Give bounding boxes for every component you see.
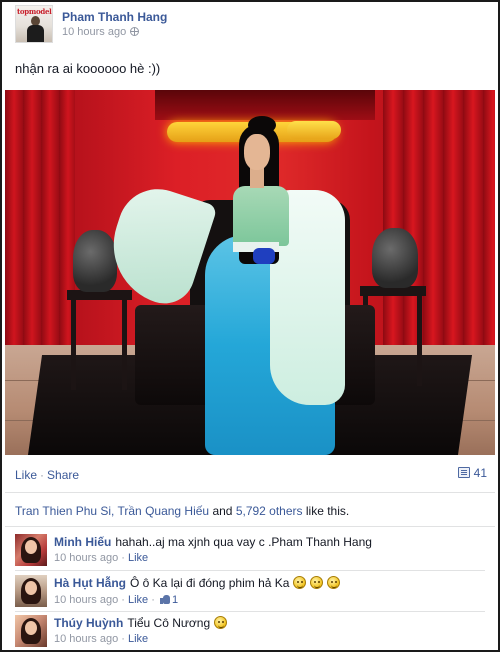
divider: [15, 570, 485, 571]
thumbs-up-icon: [159, 594, 170, 604]
comment-like-link[interactable]: Like: [128, 552, 148, 564]
post-timestamp: 10 hours ago: [62, 26, 140, 38]
photo-robe-top: [233, 186, 289, 246]
divider: [5, 492, 495, 493]
comment-text: Ô ô Ka lại đi đóng phim hả Ka: [130, 576, 290, 590]
avatar-figure-body: [27, 25, 44, 42]
globe-icon: [130, 27, 140, 36]
commenter-avatar[interactable]: [15, 534, 47, 566]
post-photo[interactable]: [5, 90, 495, 455]
comment-like-link[interactable]: Like: [128, 594, 148, 606]
avatar-face: [25, 581, 37, 595]
comment-timestamp[interactable]: 10 hours ago: [54, 633, 118, 645]
photo-lantern-right: [287, 121, 341, 139]
photo-table-leg: [71, 300, 76, 390]
smile-emoji-icon: [293, 576, 307, 589]
comment-body: Thúy Huỳnh Tiểu Cô Nương: [54, 616, 228, 630]
likes-others-link[interactable]: 5,792 others: [236, 504, 303, 518]
comment-meta: 10 hours ago · Like: [54, 633, 149, 645]
comment-like-count[interactable]: 1: [158, 594, 178, 606]
comment-body: Hà Hụt Hẫng Ô ô Ka lại đi đóng phim hả Ka: [54, 576, 341, 590]
commenter-avatar[interactable]: [15, 615, 47, 647]
like-link[interactable]: Like: [15, 468, 37, 482]
photo-curtain-right: [383, 90, 495, 350]
commenter-name[interactable]: Hà Hụt Hẫng: [54, 576, 126, 590]
likes-names[interactable]: Tran Thien Phu Si, Trần Quang Hiếu: [15, 504, 209, 518]
likes-connector: and: [209, 504, 236, 518]
share-link[interactable]: Share: [47, 468, 79, 482]
likes-summary: Tran Thien Phu Si, Trần Quang Hiếu and 5…: [15, 504, 349, 518]
likes-suffix: like this.: [302, 504, 350, 518]
post-action-bar: Like · Share: [15, 468, 79, 482]
comment-meta: 10 hours ago · Like · 1: [54, 594, 179, 606]
photo-vase-right: [372, 228, 418, 288]
comment-item: Minh Hiếu hahah..aj ma xjnh qua vay c .Ph…: [15, 534, 485, 572]
comment-timestamp[interactable]: 10 hours ago: [54, 594, 118, 606]
post-author-name[interactable]: Pham Thanh Hang: [62, 10, 167, 24]
photo-vase-left: [73, 230, 117, 292]
post-text: nhận ra ai koooooo hè :)): [15, 61, 161, 76]
tongue-emoji-icon: [214, 616, 228, 629]
photo-table-leg: [417, 296, 422, 386]
smile-emoji-icon: [327, 576, 341, 589]
smile-emoji-icon: [310, 576, 324, 589]
action-separator: ·: [40, 468, 45, 482]
comment-like-link[interactable]: Like: [128, 633, 148, 645]
comment-icon: [457, 467, 470, 478]
avatar-face: [25, 621, 37, 635]
divider: [15, 611, 485, 612]
author-avatar[interactable]: topmodel: [15, 5, 53, 43]
photo-hair-bun: [248, 116, 276, 134]
comment-item: Hà Hụt Hẫng Ô ô Ka lại đi đóng phim hả Ka…: [15, 575, 485, 613]
photo-table-leg: [122, 300, 127, 390]
post-timestamp-text[interactable]: 10 hours ago: [62, 26, 126, 38]
comment-item: Thúy Huỳnh Tiểu Cô Nương 10 hours ago · L…: [15, 615, 485, 652]
commenter-name[interactable]: Thúy Huỳnh: [54, 616, 123, 630]
comment-count-value: 41: [473, 466, 487, 480]
avatar-logo: topmodel: [17, 7, 52, 16]
comment-timestamp[interactable]: 10 hours ago: [54, 552, 118, 564]
photo-curtain-left: [5, 90, 75, 360]
photo-bow: [253, 248, 275, 264]
comment-count-button[interactable]: 41: [457, 466, 487, 480]
comment-meta: 10 hours ago · Like: [54, 552, 149, 564]
commenter-name[interactable]: Minh Hiếu: [54, 535, 111, 549]
avatar-face: [25, 540, 37, 554]
comment-body: Minh Hiếu hahah..aj ma xjnh qua vay c .Ph…: [54, 535, 372, 549]
commenter-avatar[interactable]: [15, 575, 47, 607]
comment-text: hahah..aj ma xjnh qua vay c .Pham Thanh …: [115, 535, 372, 549]
comment-text: Tiểu Cô Nương: [127, 616, 211, 630]
comment-like-count-value: 1: [171, 594, 179, 606]
divider: [5, 526, 495, 527]
photo-face: [244, 134, 270, 170]
